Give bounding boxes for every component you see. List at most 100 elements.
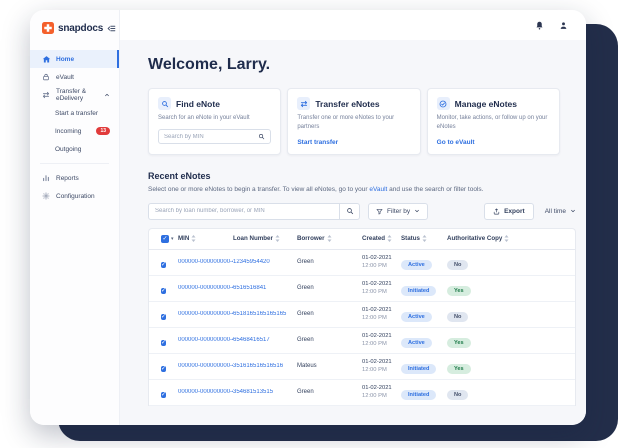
- created-cell: 01-02-2021 12:00 PM: [362, 384, 392, 400]
- column-header-authoritative-copy[interactable]: Authoritative Copy: [447, 235, 563, 243]
- sidebar-item-outgoing[interactable]: Outgoing: [30, 140, 119, 158]
- table-search-input[interactable]: [149, 208, 339, 215]
- card-description: Transfer one or more eNotes to your part…: [297, 115, 395, 131]
- min-link[interactable]: 000000-000000000-4: [178, 389, 233, 395]
- authoritative-copy-cell: Yes: [447, 331, 563, 349]
- min-search-field[interactable]: [158, 129, 272, 145]
- authoritative-copy-badge: Yes: [447, 286, 471, 297]
- card-title: Transfer eNotes: [315, 98, 380, 109]
- row-checkbox[interactable]: ✓: [161, 340, 167, 347]
- home-icon: [42, 55, 51, 64]
- search-icon[interactable]: [258, 133, 265, 140]
- column-header-created[interactable]: Created: [362, 235, 401, 243]
- min-search-input[interactable]: [164, 133, 259, 140]
- row-checkbox[interactable]: ✓: [161, 314, 167, 321]
- min-link[interactable]: 000000-000000000-4: [178, 311, 233, 317]
- main-area: Welcome, Larry. Find eNote Search for an…: [120, 10, 586, 425]
- table-row[interactable]: ✓ 000000-000000000-4 6516516841 Green 01…: [149, 276, 575, 302]
- table-row[interactable]: ✓ 000000-000000000-4 12345954420 Green 0…: [149, 250, 575, 276]
- start-transfer-link[interactable]: Start transfer: [297, 139, 410, 146]
- evault-link[interactable]: eVault: [369, 186, 387, 193]
- recent-enotes-table: ✓ ▾ MIN Loan Number Borrower Created Sta…: [148, 227, 576, 406]
- authoritative-copy-cell: No: [447, 383, 563, 401]
- status-badge: Initiated: [401, 364, 437, 375]
- row-checkbox[interactable]: ✓: [161, 288, 167, 295]
- status-badge: Active: [401, 312, 432, 323]
- column-header-status[interactable]: Status: [401, 235, 447, 243]
- authoritative-copy-cell: No: [447, 305, 563, 323]
- loan-number-link[interactable]: 351616516516516: [233, 363, 297, 369]
- table-row[interactable]: ✓ 000000-000000000-4 351616516516516 Mat…: [149, 354, 575, 380]
- chevron-up-icon[interactable]: [104, 92, 110, 98]
- created-cell: 01-02-2021 12:00 PM: [362, 254, 392, 270]
- snapdocs-logo-icon: [42, 22, 54, 34]
- row-checkbox[interactable]: ✓: [161, 366, 167, 373]
- select-all-checkbox[interactable]: ✓: [161, 234, 169, 243]
- authoritative-copy-badge: Yes: [447, 338, 471, 349]
- search-icon[interactable]: [340, 207, 359, 215]
- sidebar-item-configuration[interactable]: Configuration: [30, 187, 119, 205]
- column-header-min[interactable]: MIN: [178, 235, 233, 243]
- min-link[interactable]: 000000-000000000-4: [178, 259, 233, 265]
- table-toolbar: Filter by Export All time: [148, 202, 576, 220]
- sidebar-collapse-icon[interactable]: [107, 24, 116, 33]
- manage-circle-icon: [436, 97, 450, 110]
- sidebar-item-evault[interactable]: eVault: [30, 68, 119, 86]
- created-cell: 01-02-2021 12:00 PM: [362, 332, 392, 348]
- user-account-icon[interactable]: [559, 21, 568, 30]
- page-content: Welcome, Larry. Find eNote Search for an…: [120, 40, 586, 425]
- sidebar-item-incoming[interactable]: Incoming 13: [30, 122, 119, 140]
- export-button[interactable]: Export: [484, 202, 534, 220]
- min-link[interactable]: 000000-000000000-4: [178, 363, 233, 369]
- sidebar-item-reports[interactable]: Reports: [30, 169, 119, 187]
- notifications-bell-icon[interactable]: [535, 21, 544, 30]
- time-range-select[interactable]: All time: [545, 208, 576, 215]
- filter-by-button[interactable]: Filter by: [368, 202, 429, 220]
- table-header-row: ✓ ▾ MIN Loan Number Borrower Created Sta…: [149, 229, 575, 250]
- go-to-evault-link[interactable]: Go to eVault: [437, 139, 550, 146]
- card-title: Manage eNotes: [454, 98, 518, 109]
- logo-text: snapdocs: [58, 22, 104, 34]
- loan-number-link[interactable]: 6516516841: [233, 285, 297, 291]
- table-row[interactable]: ✓ 000000-000000000-4 65468416517 Green 0…: [149, 328, 575, 354]
- select-menu-caret-icon[interactable]: ▾: [171, 236, 174, 242]
- loan-number-link[interactable]: 6518165165165165: [233, 311, 297, 317]
- reports-icon: [42, 174, 51, 183]
- sidebar-item-home[interactable]: Home: [30, 50, 119, 68]
- gear-icon: [42, 192, 51, 201]
- chevron-down-icon: [414, 208, 420, 214]
- table-search-field[interactable]: [148, 202, 360, 220]
- sidebar-nav: Home eVault Transfer & eDelivery Start a…: [30, 50, 119, 205]
- row-checkbox[interactable]: ✓: [161, 262, 167, 269]
- transfer-icon: [42, 91, 51, 100]
- column-header-borrower[interactable]: Borrower: [297, 235, 362, 243]
- created-cell: 01-02-2021 12:00 PM: [362, 280, 392, 296]
- table-row[interactable]: ✓ 000000-000000000-4 354681513515 Green …: [149, 380, 575, 406]
- chevron-down-icon: [570, 208, 576, 214]
- card-description: Monitor, take actions, or follow up on y…: [436, 115, 548, 131]
- card-title: Find eNote: [176, 98, 220, 109]
- borrower-cell: Green: [297, 337, 314, 344]
- loan-number-link[interactable]: 12345954420: [233, 259, 297, 265]
- loan-number-link[interactable]: 65468416517: [233, 337, 297, 343]
- table-row[interactable]: ✓ 000000-000000000-4 6518165165165165 Gr…: [149, 302, 575, 328]
- authoritative-copy-cell: Yes: [447, 357, 563, 375]
- sidebar-item-start-a-transfer[interactable]: Start a transfer: [30, 104, 119, 122]
- column-header-loan-number[interactable]: Loan Number: [233, 235, 297, 243]
- borrower-cell: Green: [297, 285, 314, 292]
- min-link[interactable]: 000000-000000000-4: [178, 285, 233, 291]
- borrower-cell: Mateus: [297, 363, 317, 370]
- authoritative-copy-badge: No: [447, 260, 469, 271]
- topbar: [120, 10, 586, 40]
- loan-number-link[interactable]: 354681513515: [233, 389, 297, 395]
- status-badge: Initiated: [401, 390, 437, 401]
- status-cell: Initiated: [401, 357, 447, 375]
- sidebar-item-transfer-edelivery[interactable]: Transfer & eDelivery: [30, 86, 119, 104]
- row-checkbox[interactable]: ✓: [161, 392, 167, 399]
- borrower-cell: Green: [297, 389, 314, 396]
- recent-enotes-subtitle: Select one or more eNotes to begin a tra…: [148, 185, 484, 193]
- min-link[interactable]: 000000-000000000-4: [178, 337, 233, 343]
- authoritative-copy-cell: No: [447, 253, 563, 271]
- authoritative-copy-badge: No: [447, 312, 469, 323]
- action-cards: Find eNote Search for an eNote in your e…: [148, 88, 560, 155]
